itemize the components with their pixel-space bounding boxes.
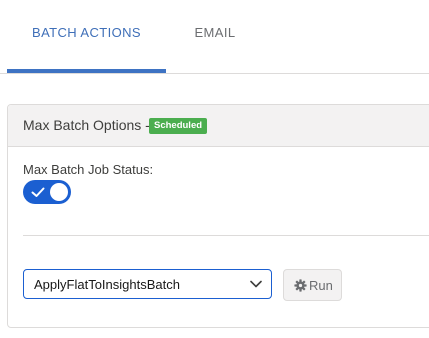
tab-email[interactable]: EMAIL — [166, 0, 264, 73]
job-status-toggle[interactable] — [23, 180, 71, 204]
chevron-down-icon — [250, 280, 262, 288]
divider — [23, 235, 429, 236]
active-tab-indicator — [7, 69, 166, 73]
tab-bar: BATCH ACTIONS EMAIL — [0, 0, 429, 74]
batch-class-select[interactable]: ApplyFlatToInsightsBatch — [23, 269, 272, 299]
run-button[interactable]: Run — [283, 269, 342, 301]
job-status-label: Max Batch Job Status: — [23, 162, 154, 177]
run-label: Run — [309, 278, 333, 293]
status-badge: Scheduled — [149, 118, 208, 134]
check-icon — [31, 187, 45, 197]
max-batch-options-card: Max Batch Options - Scheduled Max Batch … — [7, 104, 429, 328]
gear-icon — [294, 279, 307, 292]
tab-batch-actions[interactable]: BATCH ACTIONS — [7, 0, 166, 73]
card-title: Max Batch Options - — [23, 117, 150, 133]
toggle-knob — [50, 183, 68, 201]
card-header: Max Batch Options - Scheduled — [8, 105, 429, 147]
select-value: ApplyFlatToInsightsBatch — [34, 277, 180, 292]
